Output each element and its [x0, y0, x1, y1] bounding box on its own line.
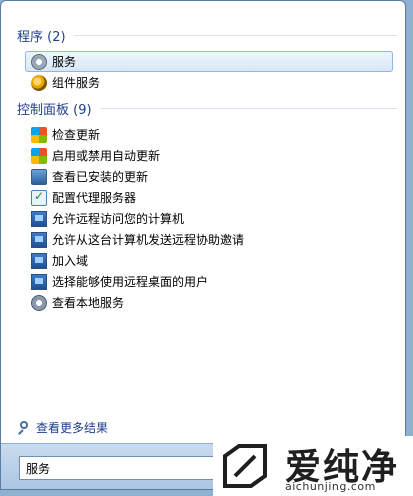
result-item-remote-desktop-users[interactable]: 选择能够使用远程桌面的用户: [25, 271, 393, 292]
result-item-component-services[interactable]: 组件服务: [25, 72, 393, 93]
result-item-label: 配置代理服务器: [52, 191, 137, 205]
section-header-label: 控制面板 (9): [17, 102, 92, 118]
watermark-url: aichunjing.com: [285, 480, 376, 493]
result-item-auto-update[interactable]: 启用或禁用自动更新: [25, 145, 393, 166]
start-menu-search-results: 程序 (2) 服务 组件服务 控制面板 (9) 检查更新 启用或禁用自动更新 查…: [0, 0, 406, 490]
watermark-logo-icon: [223, 444, 267, 488]
see-more-results-link[interactable]: 查看更多结果: [17, 419, 108, 436]
remote-computer-icon: [31, 210, 47, 227]
result-item-label: 允许从这台计算机发送远程协助邀请: [52, 233, 245, 247]
result-item-label: 加入域: [52, 254, 89, 268]
section-divider: [99, 107, 397, 109]
section-header-control-panel: 控制面板 (9): [17, 98, 397, 118]
proxy-check-icon: [31, 189, 47, 206]
result-item-label: 选择能够使用远程桌面的用户: [52, 275, 209, 289]
magnifier-icon: [17, 421, 30, 434]
result-item-join-domain[interactable]: 加入域: [25, 250, 393, 271]
result-item-label: 查看本地服务: [52, 296, 125, 310]
section-header-label: 程序 (2): [17, 29, 66, 45]
services-gear-icon: [31, 294, 47, 311]
remote-computer-icon: [31, 273, 47, 290]
remote-computer-icon: [31, 231, 47, 248]
result-item-label: 组件服务: [52, 76, 101, 90]
result-item-installed-updates[interactable]: 查看已安装的更新: [25, 166, 393, 187]
result-item-label: 服务: [52, 55, 77, 69]
see-more-label: 查看更多结果: [36, 421, 109, 435]
remote-computer-icon: [31, 252, 47, 269]
result-item-label: 启用或禁用自动更新: [52, 149, 161, 163]
result-item-remote-access[interactable]: 允许远程访问您的计算机: [25, 208, 393, 229]
result-item-services[interactable]: 服务: [25, 51, 393, 72]
result-item-label: 检查更新: [52, 128, 101, 142]
services-gear-icon: [31, 53, 47, 70]
windows-update-icon: [31, 147, 47, 164]
installed-updates-icon: [31, 168, 47, 185]
result-item-check-updates[interactable]: 检查更新: [25, 124, 393, 145]
result-item-proxy[interactable]: 配置代理服务器: [25, 187, 393, 208]
component-services-icon: [31, 74, 47, 91]
result-item-local-services[interactable]: 查看本地服务: [25, 292, 393, 313]
result-item-label: 查看已安装的更新: [52, 170, 149, 184]
result-item-label: 允许远程访问您的计算机: [52, 212, 185, 226]
section-header-programs: 程序 (2): [17, 25, 397, 45]
result-item-remote-assistance[interactable]: 允许从这台计算机发送远程协助邀请: [25, 229, 393, 250]
section-divider: [73, 34, 397, 36]
windows-update-icon: [31, 126, 47, 143]
watermark: 爱纯净 aichunjing.com: [213, 436, 413, 496]
